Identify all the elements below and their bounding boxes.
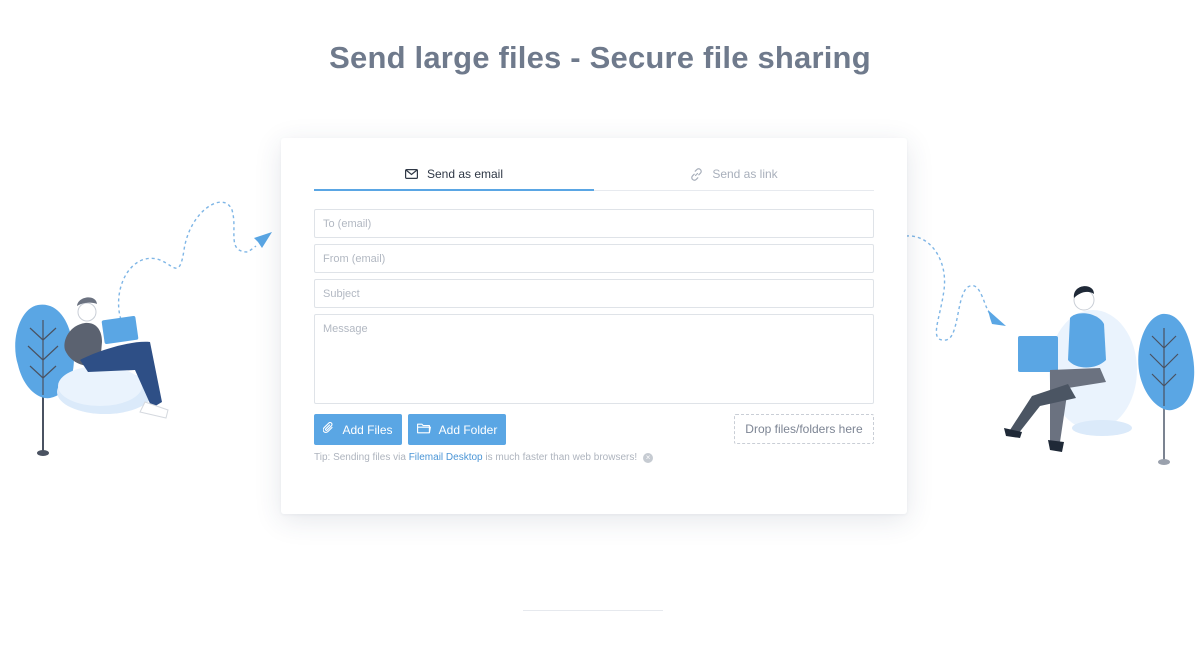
tree-right	[1138, 313, 1195, 411]
send-mode-tabs: Send as email Send as link	[314, 158, 874, 191]
send-form-card: Send as email Send as link Add Files Add…	[281, 138, 907, 514]
tab-send-as-link[interactable]: Send as link	[594, 158, 874, 190]
tip-text: Tip: Sending files via Filemail Desktop …	[314, 452, 654, 463]
add-folder-button[interactable]: Add Folder	[408, 414, 506, 445]
flight-path-right	[905, 235, 993, 341]
left-illustration	[15, 201, 272, 456]
add-folder-label: Add Folder	[438, 422, 498, 437]
add-files-label: Add Files	[342, 422, 393, 437]
to-email-field[interactable]	[314, 209, 874, 238]
page-title: Send large files - Secure file sharing	[329, 40, 871, 75]
filemail-desktop-link[interactable]: Filemail Desktop	[409, 452, 483, 463]
subject-field[interactable]	[314, 279, 874, 308]
tip-prefix: Tip: Sending files via	[314, 452, 409, 463]
link-icon	[690, 167, 703, 181]
paper-plane-left-icon	[254, 232, 272, 248]
paperclip-icon	[323, 421, 334, 437]
close-icon[interactable]: ×	[643, 452, 654, 463]
footer-divider	[523, 610, 663, 611]
flight-path-left	[117, 201, 257, 331]
tab-send-as-email[interactable]: Send as email	[314, 158, 594, 191]
envelope-icon	[404, 168, 418, 179]
paper-plane-right-icon	[988, 310, 1006, 326]
message-field[interactable]	[314, 314, 874, 404]
from-email-field[interactable]	[314, 244, 874, 273]
tip-suffix: is much faster than web browsers!	[482, 452, 638, 463]
folder-icon	[416, 423, 431, 437]
add-files-button[interactable]: Add Files	[314, 414, 402, 445]
tab-label: Send as email	[426, 166, 504, 181]
drop-zone[interactable]: Drop files/folders here	[734, 414, 874, 444]
tab-label: Send as link	[712, 167, 778, 181]
right-illustration	[905, 235, 1195, 465]
